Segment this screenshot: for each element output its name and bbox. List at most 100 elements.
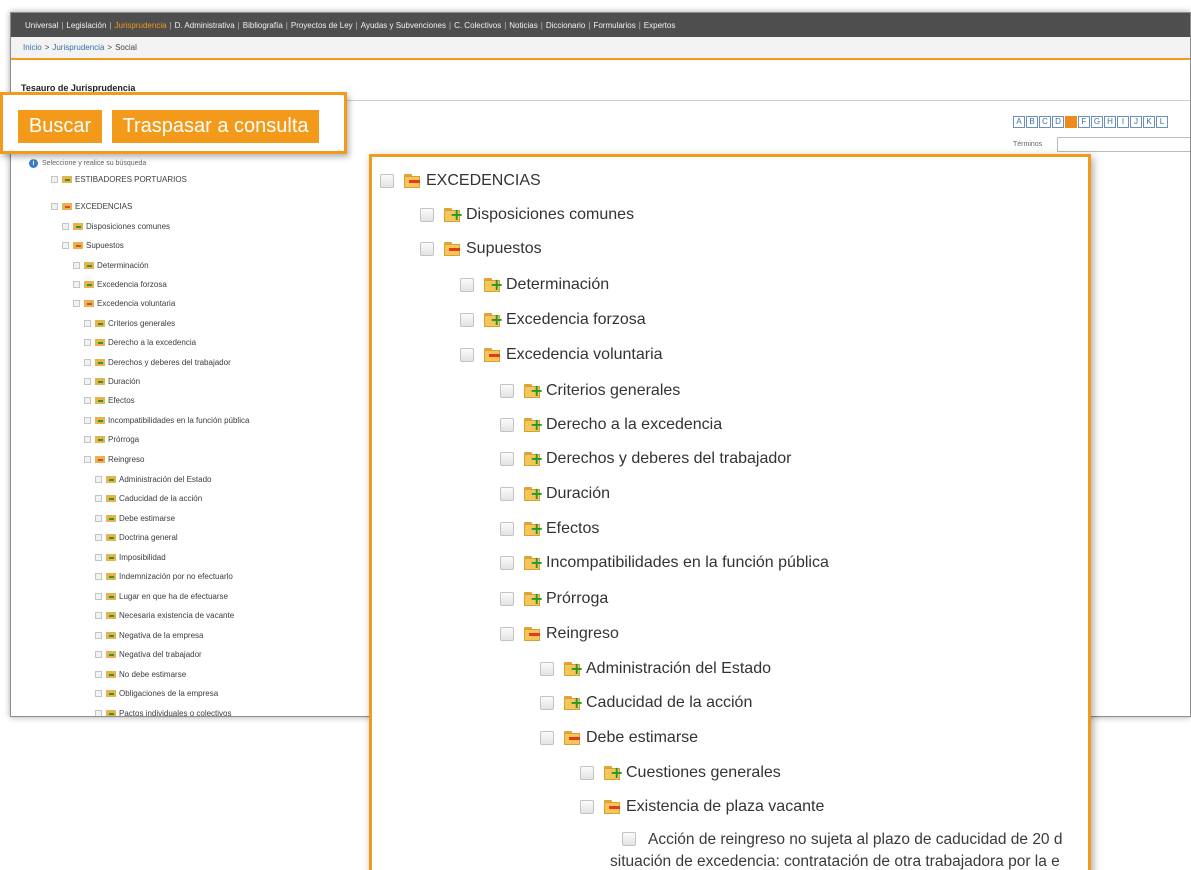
- checkbox[interactable]: [95, 631, 102, 639]
- tree-item[interactable]: Supuestos: [420, 239, 542, 259]
- breadcrumb-item[interactable]: Inicio: [23, 43, 42, 52]
- tree-checkbox[interactable]: [580, 800, 594, 814]
- checkbox[interactable]: [95, 709, 102, 716]
- transfer-to-query-button[interactable]: Traspasar a consulta: [112, 110, 319, 143]
- search-button[interactable]: Buscar: [18, 110, 102, 143]
- checkbox[interactable]: [95, 670, 102, 678]
- tree-checkbox[interactable]: [460, 348, 474, 362]
- folder-expand-icon[interactable]: [62, 175, 72, 183]
- checkbox[interactable]: [95, 592, 102, 600]
- alphabet-letter[interactable]: E: [1065, 116, 1077, 128]
- checkbox[interactable]: [95, 553, 102, 561]
- tree-item[interactable]: + Cuestiones generales: [580, 763, 781, 783]
- checkbox[interactable]: [84, 455, 91, 463]
- folder-collapse-icon[interactable]: [604, 800, 622, 814]
- tree-checkbox[interactable]: [380, 174, 394, 188]
- checkbox[interactable]: [95, 611, 102, 619]
- alphabet-letter[interactable]: L: [1156, 116, 1168, 128]
- folder-expand-icon[interactable]: +: [564, 695, 583, 711]
- folder-expand-icon[interactable]: +: [604, 765, 623, 781]
- tree-checkbox[interactable]: [500, 592, 514, 606]
- checkbox[interactable]: [51, 175, 58, 183]
- folder-expand-icon[interactable]: [106, 533, 116, 541]
- small-tree-item[interactable]: Supuestos: [62, 239, 124, 251]
- small-tree-item[interactable]: Derechos y deberes del trabajador: [84, 356, 231, 368]
- folder-expand-icon[interactable]: [106, 650, 116, 658]
- small-tree-item[interactable]: Necesaria existencia de vacante: [95, 609, 234, 621]
- folder-expand-icon[interactable]: [84, 280, 94, 288]
- nav-item[interactable]: Diccionario: [544, 21, 588, 30]
- checkbox[interactable]: [95, 533, 102, 541]
- alphabet-letter[interactable]: D: [1052, 116, 1064, 128]
- folder-collapse-icon[interactable]: [404, 174, 422, 188]
- small-tree-item[interactable]: Imposibilidad: [95, 551, 166, 563]
- checkbox[interactable]: [95, 572, 102, 580]
- folder-expand-icon[interactable]: [95, 338, 105, 346]
- tree-item[interactable]: + Determinación: [460, 275, 609, 295]
- small-tree-item[interactable]: Incompatibilidades en la función pública: [84, 414, 249, 426]
- checkbox[interactable]: [84, 338, 91, 346]
- tree-item[interactable]: + Criterios generales: [500, 381, 680, 401]
- small-tree-item[interactable]: ESTIBADORES PORTUARIOS: [51, 173, 187, 185]
- small-tree-item[interactable]: Determinación: [73, 259, 149, 271]
- checkbox[interactable]: [51, 202, 58, 210]
- checkbox[interactable]: [84, 319, 91, 327]
- result-checkbox[interactable]: [622, 832, 636, 846]
- small-tree-item[interactable]: Negativa del trabajador: [95, 648, 202, 660]
- small-tree-item[interactable]: Reingreso: [84, 453, 144, 465]
- nav-item[interactable]: D. Administrativa: [173, 21, 237, 30]
- folder-expand-icon[interactable]: +: [524, 555, 543, 571]
- small-tree-item[interactable]: Derecho a la excedencia: [84, 336, 196, 348]
- alphabet-letter[interactable]: H: [1104, 116, 1116, 128]
- folder-expand-icon[interactable]: [106, 494, 116, 502]
- tree-checkbox[interactable]: [460, 278, 474, 292]
- folder-expand-icon[interactable]: [106, 689, 116, 697]
- folder-expand-icon[interactable]: [106, 572, 116, 580]
- alphabet-letter[interactable]: K: [1143, 116, 1155, 128]
- small-tree-item[interactable]: Duración: [84, 375, 140, 387]
- tree-item[interactable]: + Administración del Estado: [540, 659, 771, 679]
- nav-item[interactable]: Universal: [23, 21, 60, 30]
- folder-collapse-icon[interactable]: [484, 348, 502, 362]
- alphabet-letter[interactable]: C: [1039, 116, 1051, 128]
- tree-checkbox[interactable]: [500, 522, 514, 536]
- tree-item[interactable]: + Derechos y deberes del trabajador: [500, 449, 791, 469]
- tree-checkbox[interactable]: [540, 662, 554, 676]
- checkbox[interactable]: [73, 280, 80, 288]
- folder-expand-icon[interactable]: +: [524, 383, 543, 399]
- checkbox[interactable]: [62, 222, 69, 230]
- checkbox[interactable]: [84, 377, 91, 385]
- folder-expand-icon[interactable]: [106, 631, 116, 639]
- checkbox[interactable]: [95, 689, 102, 697]
- tree-item[interactable]: + Caducidad de la acción: [540, 693, 752, 713]
- result-document-line1[interactable]: Acción de reingreso no sujeta al plazo d…: [610, 829, 1088, 851]
- tree-checkbox[interactable]: [420, 242, 434, 256]
- folder-expand-icon[interactable]: +: [484, 277, 503, 293]
- tree-item[interactable]: Reingreso: [500, 624, 619, 644]
- folder-expand-icon[interactable]: [73, 222, 83, 230]
- tree-item[interactable]: + Excedencia forzosa: [460, 310, 646, 330]
- breadcrumb-item[interactable]: Jurisprudencia: [52, 43, 104, 52]
- alphabet-letter[interactable]: F: [1078, 116, 1090, 128]
- nav-item[interactable]: Noticias: [507, 21, 539, 30]
- tree-checkbox[interactable]: [500, 627, 514, 641]
- folder-collapse-icon[interactable]: [444, 242, 462, 256]
- checkbox[interactable]: [95, 514, 102, 522]
- folder-expand-icon[interactable]: [84, 261, 94, 269]
- nav-item[interactable]: Expertos: [642, 21, 678, 30]
- checkbox[interactable]: [84, 358, 91, 366]
- small-tree-item[interactable]: Debe estimarse: [95, 512, 175, 524]
- nav-item[interactable]: Proyectos de Ley: [289, 21, 355, 30]
- small-tree-item[interactable]: No debe estimarse: [95, 668, 186, 680]
- folder-expand-icon[interactable]: [106, 514, 116, 522]
- folder-collapse-icon[interactable]: [95, 455, 105, 463]
- nav-item[interactable]: Legislación: [64, 21, 108, 30]
- folder-collapse-icon[interactable]: [524, 627, 542, 641]
- folder-expand-icon[interactable]: [106, 670, 116, 678]
- folder-expand-icon[interactable]: +: [524, 591, 543, 607]
- folder-expand-icon[interactable]: [95, 358, 105, 366]
- folder-expand-icon[interactable]: +: [524, 417, 543, 433]
- checkbox[interactable]: [84, 416, 91, 424]
- folder-expand-icon[interactable]: [106, 611, 116, 619]
- small-tree-item[interactable]: Doctrina general: [95, 531, 178, 543]
